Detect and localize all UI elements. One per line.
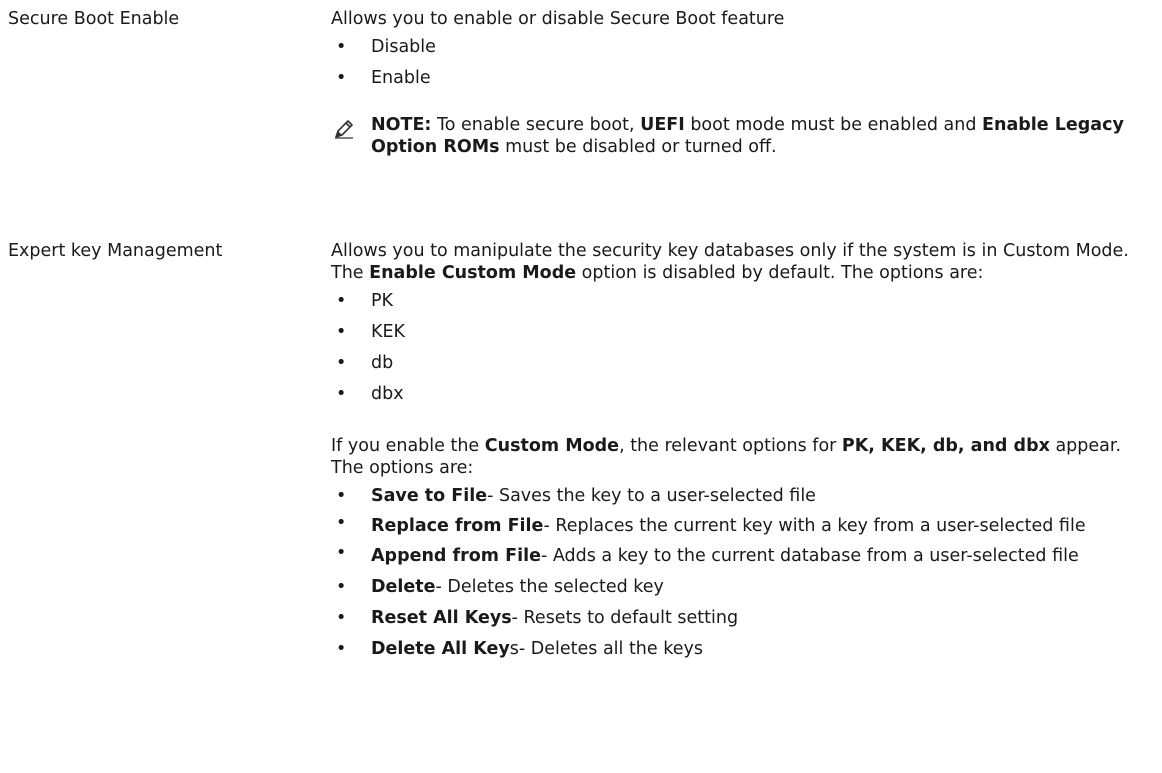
- expert-key-intro: Allows you to manipulate the security ke…: [331, 240, 1151, 284]
- custom-option-title: Delete All Key: [371, 639, 510, 659]
- custom-option-text: - Adds a key to the current database fro…: [540, 546, 1079, 566]
- option-db: db: [331, 352, 1151, 374]
- note-text-part: boot mode must be enabled and: [684, 115, 983, 135]
- note-text-part: must be disabled or turned off.: [499, 137, 777, 157]
- custom-bold-custom-mode: Custom Mode: [484, 436, 620, 456]
- custom-option-text: - Replaces the current key with a key fr…: [543, 516, 1086, 536]
- option-dbx: dbx: [331, 383, 1151, 405]
- expert-key-management-description: Allows you to manipulate the security ke…: [331, 240, 1151, 660]
- custom-option-append-from-file: Append from File- Adds a key to the curr…: [331, 546, 1151, 566]
- custom-option-list: Save to File- Saves the key to a user-se…: [331, 485, 1151, 660]
- note-block: NOTE: To enable secure boot, UEFI boot m…: [331, 114, 1151, 158]
- option-disable: Disable: [331, 36, 1151, 58]
- custom-option-title: Save to File: [371, 486, 488, 506]
- custom-option-save-to-file: Save to File- Saves the key to a user-se…: [331, 485, 1151, 507]
- custom-text-part: If you enable the: [331, 436, 485, 456]
- secure-boot-enable-description: Allows you to enable or disable Secure B…: [331, 8, 1151, 158]
- custom-option-title: Delete: [371, 577, 436, 597]
- custom-option-text: - Resets to default setting: [511, 608, 739, 628]
- note-label: NOTE:: [371, 115, 432, 135]
- secure-boot-enable-intro: Allows you to enable or disable Secure B…: [331, 9, 785, 29]
- custom-option-title: Replace from File: [371, 516, 544, 536]
- custom-option-text: - Saves the key to a user-selected file: [487, 486, 816, 506]
- secure-boot-enable-term: Secure Boot Enable: [8, 9, 180, 29]
- key-database-list: PK KEK db dbx: [331, 290, 1151, 405]
- note-text-part: To enable secure boot,: [431, 115, 641, 135]
- custom-mode-intro: If you enable the Custom Mode, the relev…: [331, 435, 1151, 479]
- note-text: NOTE: To enable secure boot, UEFI boot m…: [371, 115, 1124, 157]
- expert-key-management-term: Expert key Management: [8, 241, 223, 261]
- custom-text-part: , the relevant options for: [619, 436, 842, 456]
- secure-boot-option-list: Disable Enable: [331, 36, 1151, 89]
- custom-option-replace-from-file: Replace from File- Replaces the current …: [331, 516, 1151, 536]
- pencil-icon: [335, 120, 353, 139]
- custom-option-title: Reset All Keys: [371, 608, 512, 628]
- custom-option-reset-all-keys: Reset All Keys- Resets to default settin…: [331, 607, 1151, 629]
- custom-option-text: - Deletes the selected key: [435, 577, 664, 597]
- intro-text-part: option is disabled by default. The optio…: [576, 263, 984, 283]
- custom-bold-key-types: PK, KEK, db, and dbx: [841, 436, 1050, 456]
- custom-option-delete-all-keys: Delete All Keys- Deletes all the keys: [331, 638, 1151, 660]
- option-pk: PK: [331, 290, 1151, 312]
- custom-option-text: s- Deletes all the keys: [509, 639, 703, 659]
- option-kek: KEK: [331, 321, 1151, 343]
- option-enable: Enable: [331, 67, 1151, 89]
- note-bold-uefi: UEFI: [640, 115, 685, 135]
- intro-bold-custom-mode: Enable Custom Mode: [369, 263, 577, 283]
- custom-option-title: Append from File: [371, 546, 541, 566]
- custom-option-delete: Delete- Deletes the selected key: [331, 576, 1151, 598]
